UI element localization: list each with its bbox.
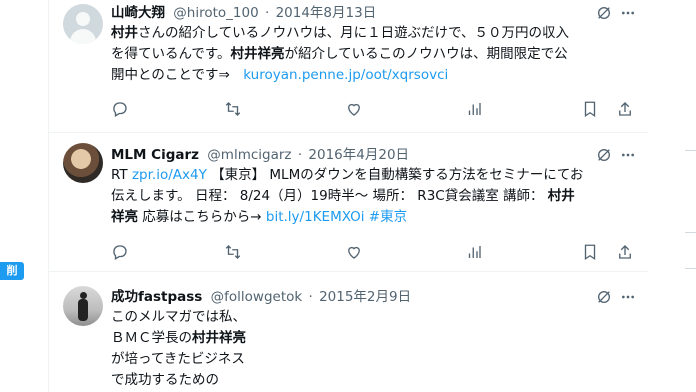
avatar[interactable]	[63, 143, 103, 183]
bar-chart-icon[interactable]	[465, 100, 483, 118]
tweet-date[interactable]: 2015年2月9日	[319, 289, 411, 305]
text-segment: 応募はこちらから→	[138, 209, 266, 225]
hashtag-link[interactable]: #東京	[369, 209, 407, 225]
highlighted-text: 村井祥亮	[230, 46, 285, 62]
tweet-text-line: このメルマガでは私、	[111, 307, 636, 328]
text-segment: 【東京】 MLMのダウンを自動構築する方法をセミナーにてお	[206, 167, 584, 183]
text-segment: を得ているんです。	[111, 46, 231, 62]
tweet-text-line: が培ってきたビジネス	[111, 349, 636, 370]
tweet-article[interactable]: 成功fastpass @followgetok · 2015年2月9日 このメル…	[49, 272, 648, 392]
left-nav-gutter	[0, 0, 48, 392]
reply-bubble-icon[interactable]	[111, 100, 129, 118]
share-icon[interactable]	[616, 100, 634, 118]
grok-slash-icon[interactable]	[596, 147, 612, 163]
text-segment: このメルマガでは私、	[111, 309, 246, 325]
text-segment: 伝えします。 日程： 8/24（月）19時半〜 場所： R3C貸会議室 講師：	[111, 188, 548, 204]
share-icon[interactable]	[616, 243, 634, 261]
tweet-text-line: 村井さんの紹介しているノウハウは、月に１日遊ぶだけで、５０万円の収入	[111, 23, 636, 44]
tweet-text-line: ＢＭＣ学長の村井祥亮	[111, 328, 636, 349]
tweet-text: 村井さんの紹介しているノウハウは、月に１日遊ぶだけで、５０万円の収入 を得ているん…	[111, 23, 636, 86]
user-handle[interactable]: @hiroto_100	[173, 5, 258, 21]
retweet-icon[interactable]	[224, 243, 242, 261]
tweet-header: MLM Cigarz @mlmcigarz · 2016年4月20日	[111, 145, 636, 165]
text-segment: が紹介しているこのノウハウは、期間限定で公	[284, 46, 568, 62]
text-segment: ＢＭＣ学長の	[111, 330, 192, 346]
more-dots-icon[interactable]	[620, 147, 636, 163]
user-name[interactable]: MLM Cigarz	[111, 147, 199, 163]
grok-slash-icon[interactable]	[596, 5, 612, 21]
text-segment: RT	[111, 167, 132, 183]
tweet-text-line: を得ているんです。村井祥亮が紹介しているこのノウハウは、期間限定で公	[111, 44, 636, 65]
tweet-text: RT zpr.io/Ax4Y 【東京】 MLMのダウンを自動構築する方法をセミナ…	[111, 165, 636, 228]
avatar-figure-body	[78, 299, 88, 321]
tweet-header: 山崎大翔 @hiroto_100 · 2014年8月13日	[111, 3, 636, 23]
tweet-text-line: で成功するための	[111, 370, 636, 391]
text-segment: 開中とのことです⇒	[111, 67, 244, 83]
tweet-date[interactable]: 2016年4月20日	[308, 147, 409, 163]
highlighted-text: 村井	[547, 188, 575, 204]
tweet-text-line: 開中とのことです⇒ kuroyan.penne.jp/oot/xqrsovci	[111, 65, 636, 86]
text-segment: が培ってきたビジネス	[111, 351, 245, 367]
left-nav-badge[interactable]: 削	[0, 262, 24, 280]
url-link[interactable]: kuroyan.penne.jp/oot/xqrsovci	[243, 67, 448, 83]
bar-chart-icon[interactable]	[465, 243, 483, 261]
avatar-body-shape	[70, 29, 96, 44]
url-link[interactable]: zpr.io/Ax4Y	[132, 167, 207, 183]
tweet-text-line: RT zpr.io/Ax4Y 【東京】 MLMのダウンを自動構築する方法をセミナ…	[111, 165, 636, 186]
avatar[interactable]	[63, 4, 103, 44]
bookmark-icon[interactable]	[581, 243, 599, 261]
tweet-article[interactable]: MLM Cigarz @mlmcigarz · 2016年4月20日 RT zp…	[49, 133, 648, 272]
separator: ·	[308, 289, 313, 305]
tweet-text: このメルマガでは私、 ＢＭＣ学長の村井祥亮が培ってきたビジネス で成功するための	[111, 307, 636, 391]
tweet-text-line: 祥亮 応募はこちらから→ bit.ly/1KEMXOi #東京	[111, 207, 636, 228]
more-dots-icon[interactable]	[620, 5, 636, 21]
user-handle[interactable]: @followgetok	[211, 289, 303, 305]
grok-slash-icon[interactable]	[596, 289, 612, 305]
retweet-icon[interactable]	[224, 100, 242, 118]
tweet-text-line: 伝えします。 日程： 8/24（月）19時半〜 場所： R3C貸会議室 講師： …	[111, 186, 636, 207]
tweet-date[interactable]: 2014年8月13日	[276, 5, 377, 21]
bookmark-icon[interactable]	[581, 100, 599, 118]
right-sidebar-gutter	[648, 0, 696, 392]
tweet-header: 成功fastpass @followgetok · 2015年2月9日	[111, 287, 636, 307]
separator: ·	[297, 147, 303, 163]
text-segment: さんの紹介しているノウハウは、月に１日遊ぶだけで、５０万円の収入	[138, 25, 570, 41]
url-link[interactable]: bit.ly/1KEMXOi	[266, 209, 365, 225]
right-divider	[685, 150, 696, 151]
tweet-article[interactable]: 山崎大翔 @hiroto_100 · 2014年8月13日 村井さんの紹介してい…	[49, 0, 648, 133]
user-name[interactable]: 山崎大翔	[111, 5, 165, 21]
heart-icon[interactable]	[345, 243, 363, 261]
avatar-head-shape	[76, 12, 90, 26]
avatar-figure-head	[80, 292, 87, 299]
search-results-feed: 山崎大翔 @hiroto_100 · 2014年8月13日 村井さんの紹介してい…	[48, 0, 649, 392]
user-handle[interactable]: @mlmcigarz	[207, 147, 291, 163]
user-name[interactable]: 成功fastpass	[111, 289, 202, 305]
tweet-actions	[111, 243, 636, 263]
highlighted-text: 村井	[111, 25, 138, 41]
right-divider	[685, 268, 696, 269]
highlighted-text: 村井祥亮	[192, 330, 246, 346]
separator: ·	[264, 5, 270, 21]
reply-bubble-icon[interactable]	[111, 243, 129, 261]
more-dots-icon[interactable]	[620, 289, 636, 305]
right-divider	[685, 232, 696, 233]
tweet-actions	[111, 100, 636, 120]
heart-icon[interactable]	[345, 100, 363, 118]
highlighted-text: 祥亮	[111, 209, 138, 225]
avatar[interactable]	[63, 286, 103, 326]
text-segment: で成功するための	[111, 372, 219, 388]
